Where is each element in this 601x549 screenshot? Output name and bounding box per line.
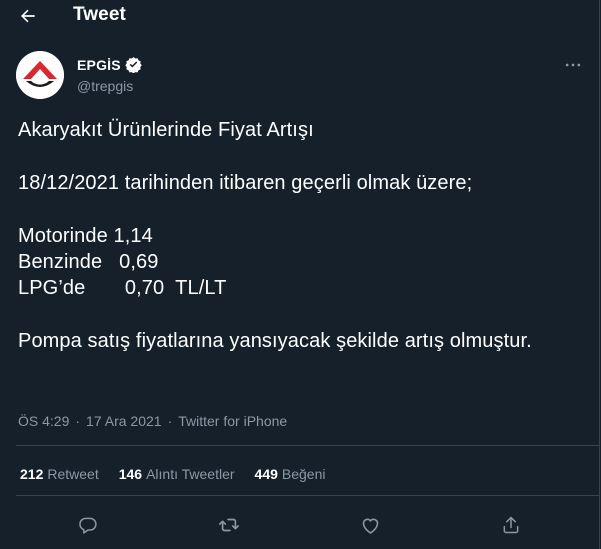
stat-number: 212 <box>20 466 44 482</box>
like-count[interactable]: 449 Beğeni <box>255 466 326 482</box>
reply-button[interactable] <box>75 512 101 538</box>
back-button[interactable] <box>14 2 42 30</box>
share-icon <box>503 516 519 534</box>
meta-separator: · <box>167 413 173 429</box>
tweet-meta: ÖS 4:29 · 17 Ara 2021 · Twitter for iPho… <box>18 413 287 429</box>
like-icon <box>362 518 378 534</box>
avatar[interactable] <box>16 51 64 99</box>
more-horizontal-icon <box>565 63 581 67</box>
share-button[interactable] <box>498 512 524 538</box>
arrow-left-icon <box>21 9 35 23</box>
epgis-logo-icon <box>16 51 64 99</box>
divider <box>16 495 600 496</box>
reply-icon <box>79 517 97 534</box>
like-button[interactable] <box>357 512 383 538</box>
tweet-time[interactable]: ÖS 4:29 <box>18 413 69 429</box>
page-title: Tweet <box>73 4 126 25</box>
author-name[interactable]: EPGİS <box>77 57 121 73</box>
divider <box>16 445 600 446</box>
stat-number: 146 <box>118 466 143 482</box>
tweet-text: Akaryakıt Ürünlerinde Fiyat Artışı 18/12… <box>18 119 532 353</box>
tweet-date[interactable]: 17 Ara 2021 <box>86 413 162 429</box>
page-header: Tweet <box>0 0 600 31</box>
author-handle[interactable]: @trepgis <box>77 78 133 94</box>
author-name-row[interactable]: EPGİS <box>77 56 142 73</box>
stat-label: Retweet <box>47 466 99 482</box>
meta-separator: · <box>75 413 81 429</box>
retweet-icon <box>219 518 239 532</box>
retweet-count[interactable]: 212 Retweet <box>20 466 99 482</box>
verified-badge-icon <box>125 56 142 73</box>
tweet-source-link[interactable]: Twitter for iPhone <box>178 413 287 429</box>
quote-tweet-count[interactable]: 146 Alıntı Tweetler <box>119 466 235 482</box>
tweet-detail-panel: Tweet EPGİS @trepgis Akaryakıt Ürünlerin… <box>0 0 600 549</box>
stat-label: Beğeni <box>281 466 326 482</box>
retweet-button[interactable] <box>216 512 242 538</box>
stat-label: Alıntı Tweetler <box>146 466 235 482</box>
tweet-stats: 212 Retweet 146 Alıntı Tweetler 449 Beğeni <box>20 466 345 482</box>
stat-number: 449 <box>254 466 278 482</box>
more-options-button[interactable] <box>556 53 590 77</box>
